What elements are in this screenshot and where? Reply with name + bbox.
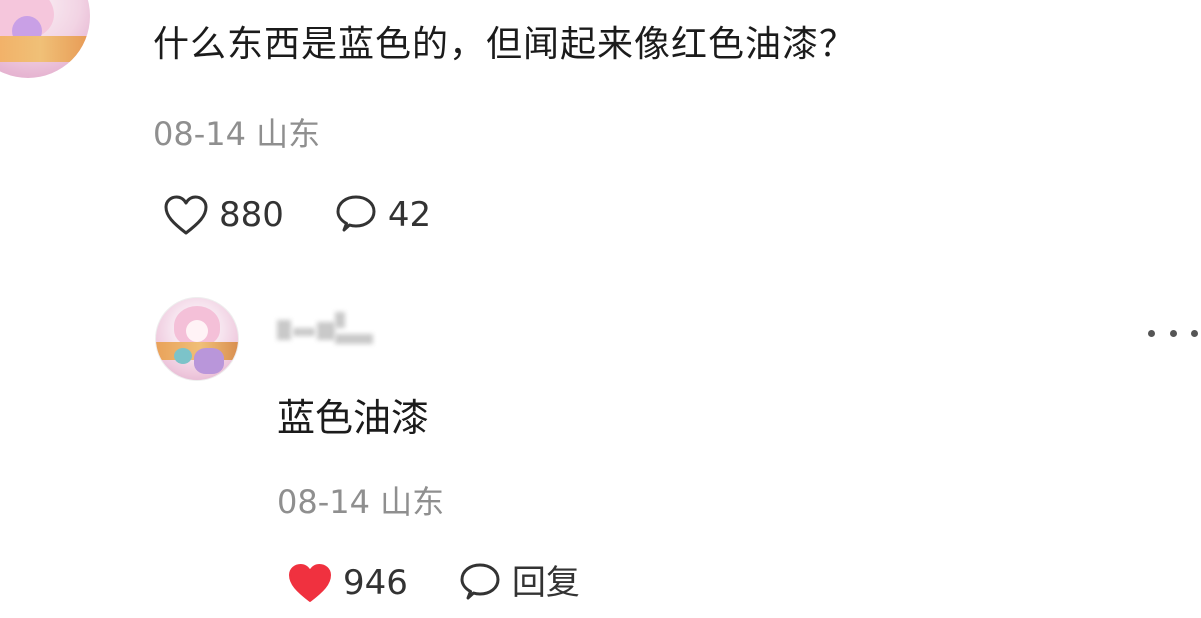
reply-label: 回复 <box>511 563 580 603</box>
avatar-face <box>186 320 208 342</box>
reply-text: 蓝色油漆 <box>277 396 430 440</box>
speech-bubble-icon <box>336 195 376 232</box>
comment-date: 08-14 <box>153 115 246 153</box>
comment-button[interactable]: 42 <box>334 190 431 240</box>
reply-like-count: 946 <box>343 563 408 603</box>
speech-bubble-icon <box>460 563 500 600</box>
comment-actions: 880 42 <box>163 190 481 240</box>
more-options-button[interactable] <box>1148 318 1198 348</box>
like-button[interactable]: 880 <box>163 190 284 240</box>
heart-filled-icon <box>289 564 331 602</box>
comment-text: 什么东西是蓝色的，但闻起来像红色油漆？ <box>153 24 857 65</box>
reply-date: 08-14 <box>277 483 370 521</box>
reply-username-redacted[interactable] <box>275 308 375 354</box>
avatar[interactable] <box>0 0 90 78</box>
avatar-background <box>0 36 90 62</box>
reply-button[interactable]: 回复 <box>458 558 580 608</box>
reply-meta: 08-14 山东 <box>277 478 444 526</box>
like-count: 880 <box>219 195 284 235</box>
reply-location: 山东 <box>380 483 445 521</box>
heart-outline-icon <box>164 195 208 235</box>
comment-count: 42 <box>387 195 432 235</box>
reply-actions: 946 回复 <box>287 555 630 611</box>
avatar-mascot <box>174 348 192 364</box>
avatar-dress <box>194 348 224 374</box>
comment-location: 山东 <box>256 115 321 153</box>
reply-like-button[interactable]: 946 <box>287 558 408 608</box>
more-horizontal-icon <box>1148 329 1155 337</box>
comment-meta: 08-14 山东 <box>153 110 320 158</box>
reply-avatar[interactable] <box>155 297 239 381</box>
